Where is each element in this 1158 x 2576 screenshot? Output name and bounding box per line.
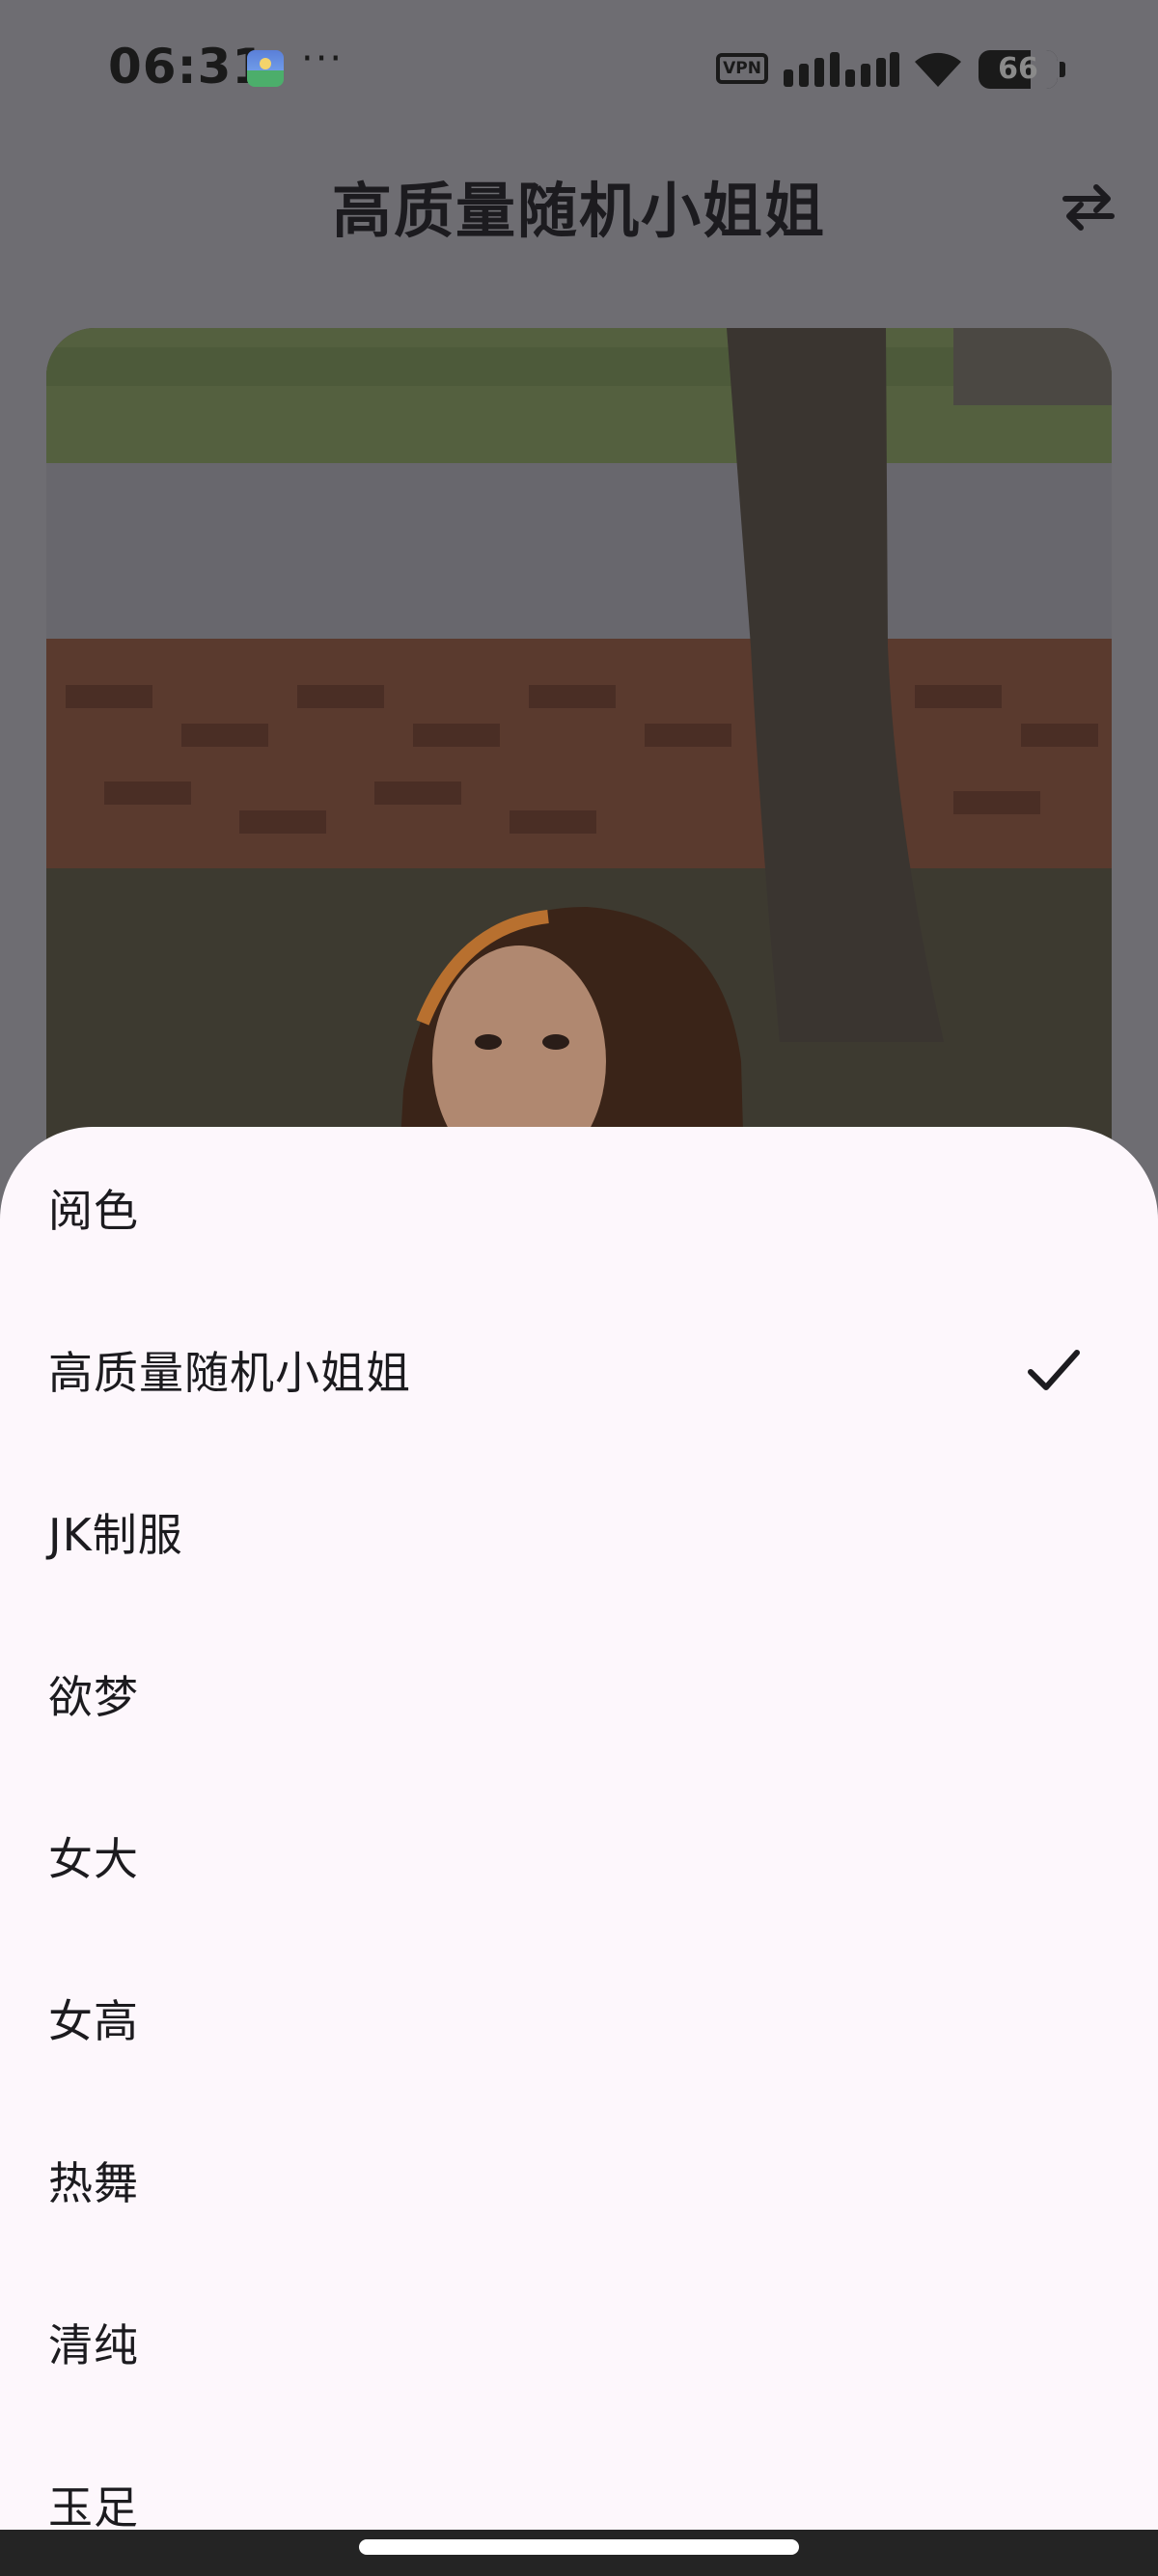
menu-item-label: 女大: [48, 1833, 139, 1885]
app-notification-icon: [247, 50, 284, 87]
battery-terminal: [1060, 62, 1065, 77]
menu-item-label: 女高: [48, 1995, 139, 2047]
source-picker-sheet: 阅色 高质量随机小姐姐 JK制服 欲梦 女大 女高 热舞 清纯 玉足: [0, 1127, 1158, 2576]
swap-source-button[interactable]: [1054, 172, 1123, 241]
more-notifications-icon: ···: [301, 37, 345, 81]
gesture-handle[interactable]: [359, 2539, 799, 2555]
vpn-icon: VPN: [716, 53, 768, 84]
menu-item-label: 玉足: [48, 2481, 139, 2534]
swap-horizontal-icon: [1062, 184, 1115, 231]
system-nav-bar: [0, 2530, 1158, 2576]
menu-item-label: 清纯: [48, 2319, 139, 2371]
battery-level-text: 66: [998, 52, 1038, 86]
menu-item-label: JK制服: [48, 1509, 183, 1561]
menu-item-high-quality-random[interactable]: 高质量随机小姐姐: [0, 1289, 1158, 1451]
status-bar: 06:31 ··· VPN 66: [0, 0, 1158, 135]
menu-item-nvgao[interactable]: 女高: [0, 1937, 1158, 2099]
menu-item-label: 高质量随机小姐姐: [48, 1347, 411, 1399]
menu-item-yumeng[interactable]: 欲梦: [0, 1613, 1158, 1775]
menu-item-qingchun[interactable]: 清纯: [0, 2261, 1158, 2424]
battery-icon: 66: [979, 50, 1058, 89]
page-title: 高质量随机小姐姐: [331, 176, 826, 246]
menu-item-nvda[interactable]: 女大: [0, 1775, 1158, 1937]
signal-icon: [784, 52, 899, 87]
check-icon: [1028, 1350, 1080, 1390]
status-time: 06:31: [108, 39, 267, 95]
menu-item-label: 阅色: [48, 1185, 139, 1237]
menu-item-yuese[interactable]: 阅色: [0, 1127, 1158, 1289]
menu-item-rewu[interactable]: 热舞: [0, 2099, 1158, 2261]
menu-item-label: 欲梦: [48, 1671, 139, 1723]
wifi-icon: [915, 52, 961, 87]
menu-item-label: 热舞: [48, 2157, 139, 2209]
menu-item-jk-uniform[interactable]: JK制服: [0, 1451, 1158, 1613]
